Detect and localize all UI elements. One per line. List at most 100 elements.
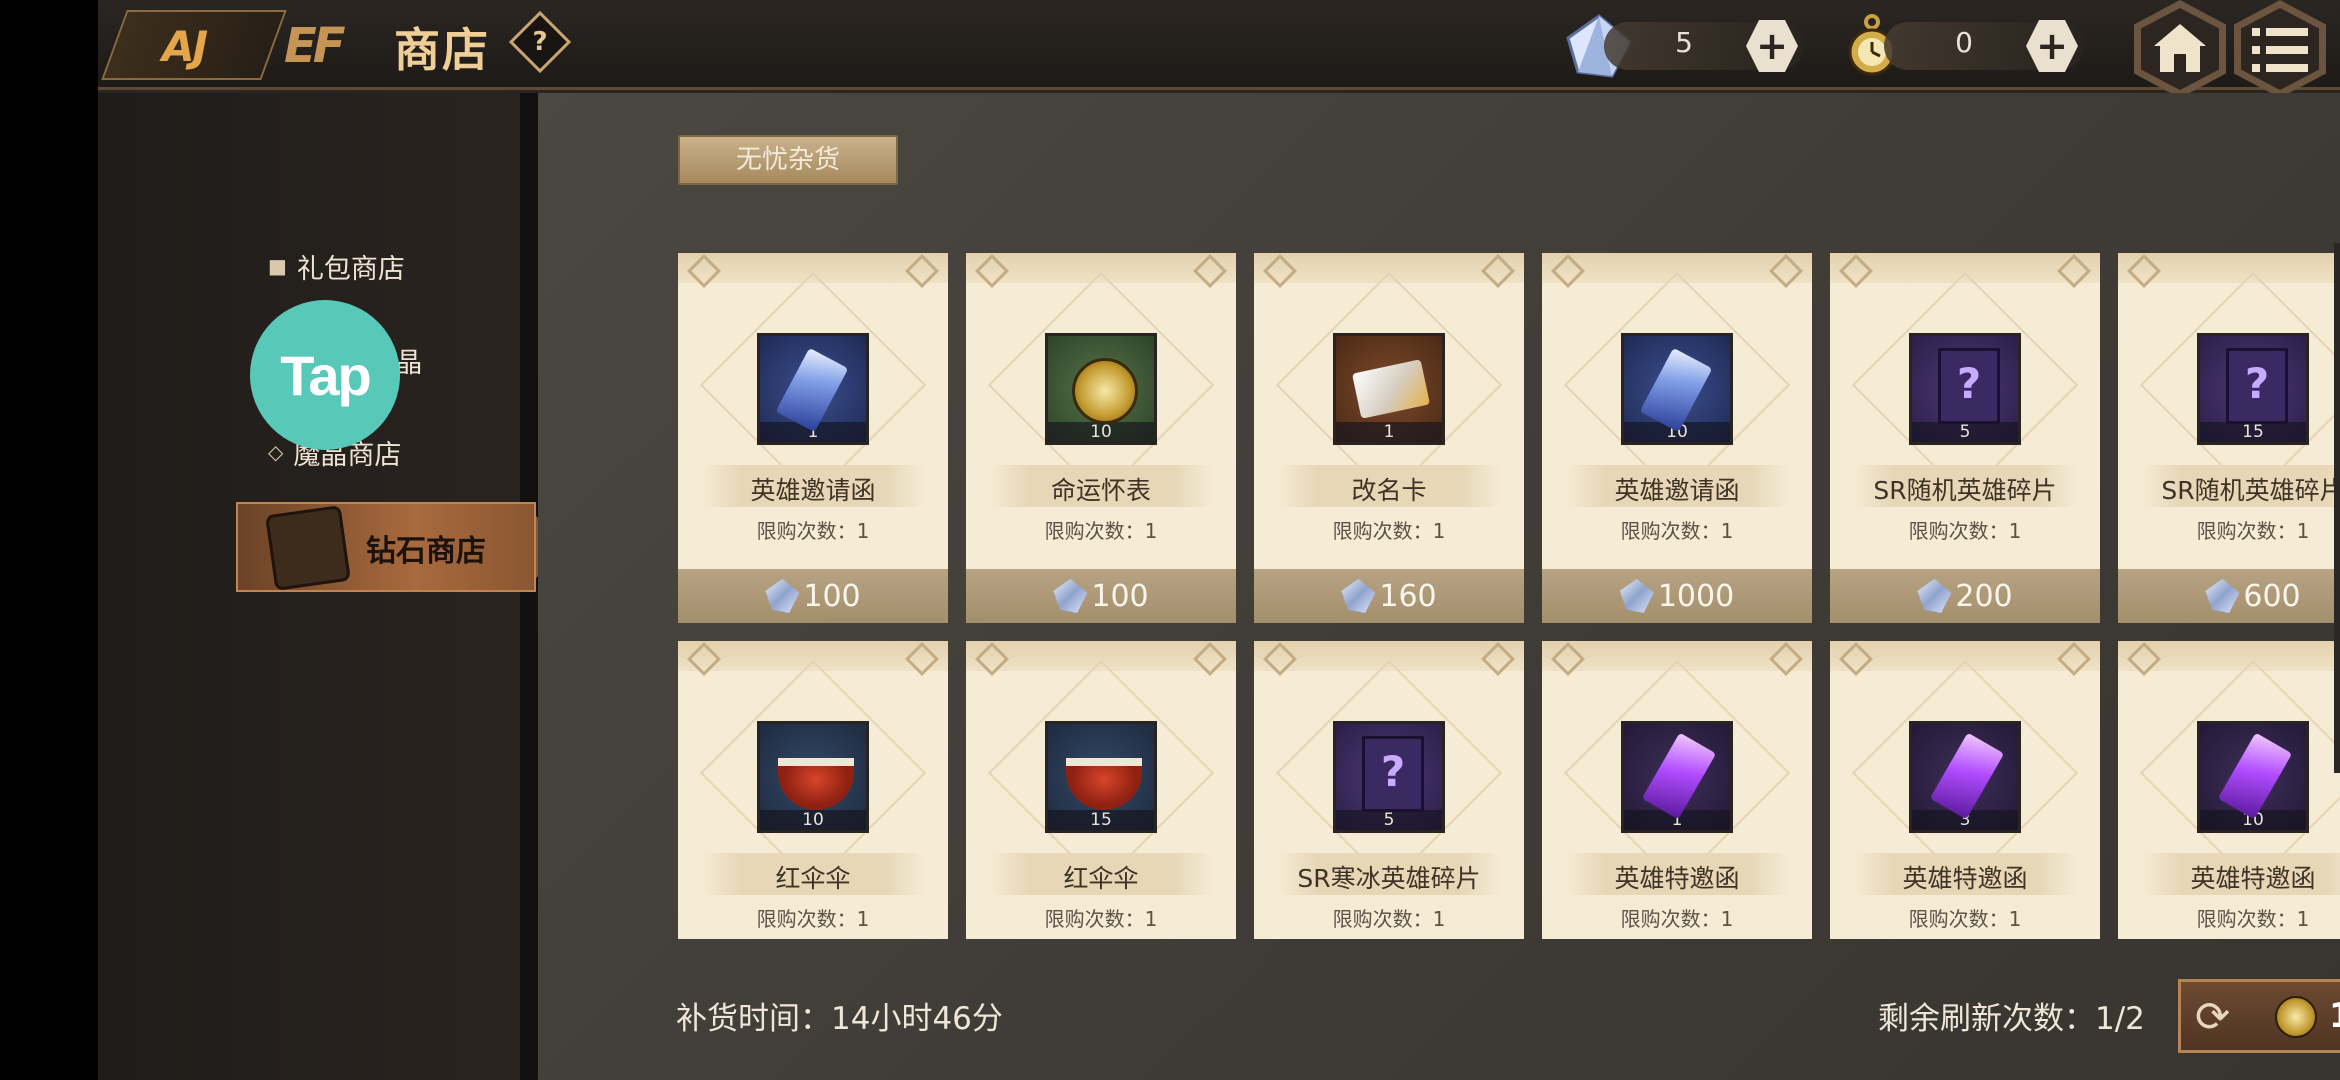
watch-add-button[interactable]: + (2026, 20, 2078, 72)
price-bar[interactable]: 200 (1830, 569, 2100, 623)
price-bar[interactable]: 160 (1254, 569, 1524, 623)
menu-icon (2252, 28, 2308, 72)
item-watch-icon: 10 (1045, 333, 1157, 445)
item-quantity: 10 (1624, 422, 1730, 442)
item-quantity: 1 (760, 422, 866, 442)
item-name: SR随机英雄碎片 (2161, 476, 2340, 505)
item-name: 红伞伞 (775, 864, 851, 893)
shop-item-card[interactable]: 5 SR随机英雄碎片限购次数：1 200 (1830, 253, 2100, 623)
purchase-limit: 限购次数：1 (1044, 519, 1158, 543)
shop-item-card[interactable]: 10 红伞伞 限购次数：1 (678, 641, 948, 939)
item-price: 100 (1091, 578, 1149, 614)
price-bar[interactable]: 100 (678, 569, 948, 623)
diamond-icon: ◇ (268, 440, 284, 464)
item-price: 600 (2243, 578, 2301, 614)
crystal-icon (765, 579, 800, 613)
shop-item-card[interactable]: 5 SR寒冰英雄碎片限购次数：1 (1254, 641, 1524, 939)
item-quantity: 15 (1048, 810, 1154, 830)
shop-item-card[interactable]: 10 英雄邀请函 限购次数：1 1000 (1542, 253, 1812, 623)
shop-item-card[interactable]: 15 SR随机英雄碎片限购次数：1 600 (2118, 253, 2340, 623)
crystal-add-button[interactable]: + (1746, 20, 1798, 72)
item-purple-icon: 10 (2197, 721, 2309, 833)
crystal-icon (1341, 579, 1376, 613)
treasure-box-icon (265, 505, 351, 591)
price-bar[interactable]: 600 (2118, 569, 2340, 623)
home-button[interactable] (2134, 0, 2226, 98)
category-tab[interactable]: 无忧杂货 (678, 135, 898, 185)
item-name: SR寒冰英雄碎片 (1297, 864, 1481, 893)
item-name: 英雄特邀函 (1614, 864, 1740, 893)
item-price: 160 (1379, 578, 1437, 614)
shop-item-card[interactable]: 1 英雄特邀函限购次数：1 (1542, 641, 1812, 939)
item-quantity: 3 (1912, 810, 2018, 830)
item-name: 命运怀表 (1050, 476, 1151, 505)
refresh-button[interactable]: ⟳ 10 (2178, 979, 2340, 1053)
menu-button[interactable] (2234, 0, 2326, 98)
watch-amount: 0 (1955, 26, 1973, 59)
sidebar-item-gift-shop[interactable]: ■ 礼包商店 (268, 244, 405, 288)
purchase-limit: 限购次数：1 (1620, 907, 1734, 931)
home-icon (2154, 24, 2206, 72)
shop-item-card[interactable]: 10 命运怀表限购次数：1 100 (966, 253, 1236, 623)
letterbox-left (0, 0, 98, 1080)
item-quantity: 5 (1336, 810, 1442, 830)
sidebar-item-diamond-shop[interactable]: 钻石商店 (236, 502, 568, 592)
item-quantity: 10 (1048, 422, 1154, 442)
purchase-limit: 限购次数：1 (1908, 519, 2022, 543)
scrollbar[interactable] (2334, 243, 2340, 773)
item-quantity: 1 (1336, 422, 1442, 442)
shop-item-card[interactable]: 3 英雄特邀函限购次数：1 (1830, 641, 2100, 939)
shop-item-card[interactable]: 1 改名卡限购次数：1 160 (1254, 253, 1524, 623)
item-bowl-icon: 10 (757, 721, 869, 833)
price-bar[interactable]: 100 (966, 569, 1236, 623)
price-bar[interactable]: 1000 (1542, 569, 1812, 623)
item-name: 英雄邀请函 (750, 476, 876, 505)
item-quantity: 10 (2200, 810, 2306, 830)
page-title: 商店 (394, 23, 490, 77)
item-price: 100 (803, 578, 861, 614)
item-ticket-icon: 1 (757, 333, 869, 445)
item-purple-icon: 1 (1621, 721, 1733, 833)
item-name: 改名卡 (1351, 476, 1427, 505)
top-bar: AJ EF 商店 ? 5 + 0 + (98, 0, 2340, 98)
game-logo: AJ EF (101, 6, 374, 84)
item-card-icon: 1 (1333, 333, 1445, 445)
purchase-limit: 限购次数：1 (756, 519, 870, 543)
crystal-amount: 5 (1675, 26, 1693, 59)
item-frag-icon: 5 (1333, 721, 1445, 833)
game-screen: AJ EF 商店 ? 5 + 0 + ■ 礼包商店 晶 ◇ 魔晶商店 钻石商店 … (98, 0, 2340, 1080)
item-quantity: 15 (2200, 422, 2306, 442)
item-name: 英雄特邀函 (1902, 864, 2028, 893)
purchase-limit: 限购次数：1 (1332, 519, 1446, 543)
refresh-count: 剩余刷新次数：1/2 (1878, 1001, 2145, 1037)
shop-item-card[interactable]: 15 红伞伞 限购次数：1 (966, 641, 1236, 939)
purchase-limit: 限购次数：1 (1908, 907, 2022, 931)
restock-time: 补货时间：14小时46分 (676, 1001, 1003, 1037)
crystal-icon (1053, 579, 1088, 613)
item-frag-icon: 5 (1909, 333, 2021, 445)
purchase-limit: 限购次数：1 (1620, 519, 1734, 543)
crystal-icon (2205, 579, 2240, 613)
shop-item-card[interactable]: 1 英雄邀请函限购次数：1 100 (678, 253, 948, 623)
pocket-watch-icon (2275, 996, 2317, 1038)
item-price: 200 (1955, 578, 2013, 614)
watch-currency: 0 + (1844, 14, 2084, 76)
purchase-limit: 限购次数：1 (1044, 907, 1158, 931)
item-quantity: 10 (760, 810, 866, 830)
shop-main: 无忧杂货 1 英雄邀请函限购次数：1 100 10 命运怀表限购次数：1 100 1 改名卡限… (538, 93, 2340, 1080)
shop-item-card[interactable]: 10 英雄特邀函限购次数：1 (2118, 641, 2340, 939)
item-ticket-icon: 10 (1621, 333, 1733, 445)
item-quantity: 5 (1912, 422, 2018, 442)
tap-logo-overlay[interactable]: Tap (250, 300, 400, 450)
purchase-limit: 限购次数：1 (1332, 907, 1446, 931)
item-price: 1000 (1657, 578, 1735, 614)
crystal-icon (1619, 579, 1654, 613)
crystal-icon (1917, 579, 1952, 613)
purchase-limit: 限购次数：1 (2196, 907, 2310, 931)
refresh-cost: 10 (2329, 996, 2340, 1036)
item-quantity: 1 (1624, 810, 1730, 830)
help-button[interactable]: ? (508, 10, 572, 74)
gift-icon: ■ (268, 254, 287, 278)
item-name: 英雄特邀函 (2190, 864, 2316, 893)
item-bowl-icon: 15 (1045, 721, 1157, 833)
